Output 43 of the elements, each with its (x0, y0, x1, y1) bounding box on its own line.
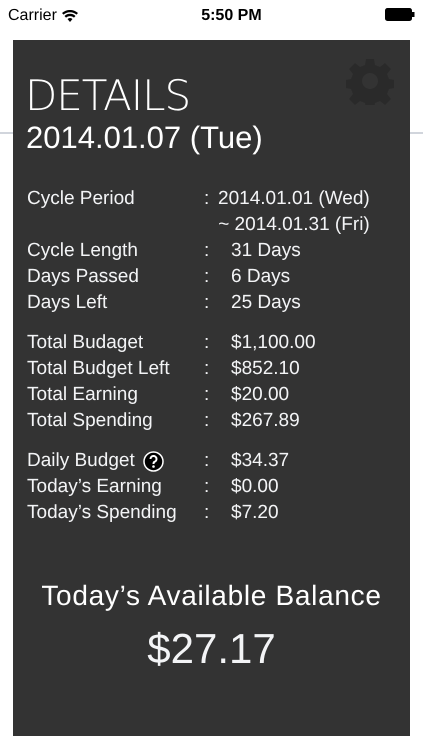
row-label: Today’s Earning (27, 475, 162, 499)
colon-separator: : (204, 265, 210, 289)
row-label: Cycle Period (27, 187, 135, 211)
row-value: 6 Days (231, 265, 290, 289)
wifi-icon (62, 10, 78, 22)
carrier-label: Carrier (8, 6, 57, 26)
colon-separator: : (204, 357, 210, 381)
row-label: Today’s Spending (27, 501, 177, 525)
row-value: $34.37 (231, 449, 290, 473)
row-label: Total Budaget (27, 331, 144, 355)
row-label: Days Left (27, 291, 108, 315)
row-value: $7.20 (231, 501, 279, 525)
row-value: $1,100.00 (231, 331, 316, 355)
help-icon[interactable] (142, 450, 164, 472)
battery-icon (384, 8, 415, 21)
colon-separator: : (204, 291, 210, 315)
row-label: Total Spending (27, 409, 153, 433)
row-label: Total Earning (27, 383, 138, 407)
colon-separator: : (204, 383, 210, 407)
row-value: $20.00 (231, 383, 290, 407)
row-label: Cycle Length (27, 239, 138, 263)
row-value: $267.89 (231, 409, 300, 433)
colon-separator: : (204, 187, 210, 211)
balance-amount: $27.17 (146, 625, 277, 673)
colon-separator: : (204, 475, 210, 499)
row-value: 31 Days (231, 239, 301, 263)
colon-separator: : (204, 331, 210, 355)
details-title: DETAILS (25, 73, 190, 119)
colon-separator: : (204, 449, 210, 473)
row-value: 25 Days (231, 291, 301, 315)
row-label: Days Passed (27, 265, 139, 289)
colon-separator: : (204, 501, 210, 525)
row-label: Total Budget Left (27, 357, 170, 381)
row-value: $0.00 (231, 475, 279, 499)
row-value: 2014.01.01 (Wed) (218, 187, 370, 211)
current-date: 2014.01.07 (Tue) (26, 120, 264, 156)
row-value: ~ 2014.01.31 (Fri) (218, 213, 370, 237)
balance-label: Today’s Available Balance (40, 580, 383, 612)
colon-separator: : (204, 239, 210, 263)
row-label: Daily Budget (27, 449, 135, 473)
colon-separator: : (204, 409, 210, 433)
row-value: $852.10 (231, 357, 300, 381)
clock-time: 5:50 PM (201, 6, 262, 26)
